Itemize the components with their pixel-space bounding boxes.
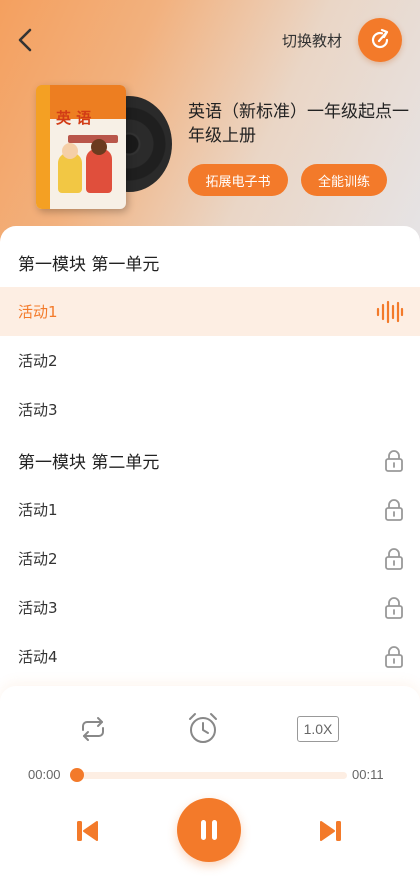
total-time: 00:11	[352, 767, 384, 782]
lesson-label: 活动1	[18, 303, 58, 321]
lesson-label: 活动1	[18, 501, 58, 519]
progress-track[interactable]	[76, 772, 347, 779]
lesson-list: 第一模块 第一单元 活动1 活动2 活动3 第一模块 第二单元 活动1 活动2 …	[0, 226, 420, 696]
pause-icon	[201, 820, 217, 840]
lesson-item[interactable]: 活动4	[0, 632, 420, 681]
lesson-item[interactable]: 活动3	[0, 583, 420, 632]
training-button[interactable]: 全能训练	[301, 164, 387, 196]
switch-textbook-button[interactable]	[358, 18, 402, 62]
section-header[interactable]: 第一模块 第二单元	[0, 436, 420, 485]
sound-wave-icon	[376, 300, 404, 324]
chevron-left-icon	[18, 28, 32, 52]
progress-thumb[interactable]	[70, 768, 84, 782]
lesson-item[interactable]: 活动3	[0, 385, 420, 434]
section-title: 第一模块 第二单元	[18, 453, 160, 473]
book-cover: 英 语	[36, 85, 126, 209]
ebook-button[interactable]: 拓展电子书	[188, 164, 288, 196]
current-time: 00:00	[28, 767, 61, 782]
previous-button[interactable]	[72, 816, 102, 846]
lock-icon	[385, 597, 403, 619]
section-header[interactable]: 第一模块 第一单元	[0, 238, 420, 287]
lesson-item[interactable]: 活动2	[0, 534, 420, 583]
lesson-label: 活动2	[18, 550, 58, 568]
playback-speed-button[interactable]: 1.0X	[297, 716, 339, 742]
refresh-icon	[371, 28, 389, 49]
alarm-clock-icon	[189, 713, 217, 743]
loop-button[interactable]	[76, 712, 110, 746]
lesson-item[interactable]: 活动1	[0, 485, 420, 534]
switch-textbook-label[interactable]: 切换教材	[282, 30, 342, 51]
play-pause-button[interactable]	[177, 798, 241, 862]
lock-icon	[385, 646, 403, 668]
lock-icon	[385, 548, 403, 570]
book-cover-title: 英 语	[56, 109, 92, 127]
skip-previous-icon	[77, 821, 98, 841]
book-title: 英语（新标准）一年级起点一年级上册	[188, 102, 409, 146]
skip-next-icon	[320, 821, 341, 841]
section-title: 第一模块 第一单元	[18, 255, 160, 275]
next-button[interactable]	[316, 816, 346, 846]
lesson-label: 活动3	[18, 401, 58, 419]
back-button[interactable]	[10, 24, 42, 56]
lesson-label: 活动2	[18, 352, 58, 370]
lesson-item[interactable]: 活动1	[0, 287, 420, 336]
lock-icon	[385, 499, 403, 521]
lesson-item[interactable]: 活动2	[0, 336, 420, 385]
loop-icon	[82, 717, 104, 741]
lock-icon	[385, 450, 403, 472]
lesson-label: 活动4	[18, 648, 58, 666]
sleep-timer-button[interactable]	[185, 710, 221, 746]
lesson-label: 活动3	[18, 599, 58, 617]
